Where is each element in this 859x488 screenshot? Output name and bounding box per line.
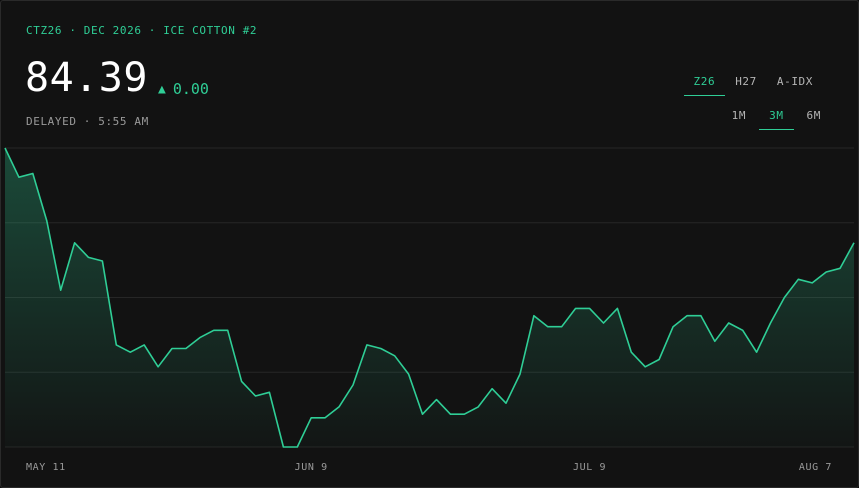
symbol-code: CTZ26: [26, 24, 63, 37]
tab-range-3m[interactable]: 3M: [759, 108, 794, 130]
x-tick-label: JUN 9: [295, 462, 328, 473]
quote-status: DELAYED · 5:55 AM: [26, 115, 149, 128]
up-arrow-icon: ▲: [158, 81, 166, 97]
tab-range-1m[interactable]: 1M: [722, 108, 756, 130]
contract-tabs: Z26 H27 A-IDX: [683, 74, 823, 96]
tab-h27[interactable]: H27: [725, 74, 767, 96]
tab-z26[interactable]: Z26: [683, 74, 726, 96]
x-tick-label: JUL 9: [573, 462, 606, 473]
delay-status: DELAYED: [26, 115, 77, 128]
range-tabs: 1M 3M 6M: [722, 108, 831, 130]
x-tick-label: MAY 11: [26, 462, 66, 473]
symbol-separator: ·: [62, 24, 84, 37]
x-axis-ticks: MAY 11 JUN 9 JUL 9 AUG 7: [26, 462, 832, 473]
exchange-product: ICE COTTON #2: [163, 24, 258, 37]
change-value: 0.00: [172, 80, 209, 98]
quote-time: 5:55 AM: [98, 115, 149, 128]
last-price: 84.39: [25, 55, 148, 101]
contract-title: CTZ26 · DEC 2026 · ICE COTTON #2: [26, 24, 257, 37]
tab-a-idx[interactable]: A-IDX: [767, 74, 823, 96]
status-separator: ·: [76, 115, 99, 128]
x-tick-label: AUG 7: [799, 462, 832, 473]
symbol-separator: ·: [141, 24, 164, 37]
tab-range-6m[interactable]: 6M: [797, 108, 831, 130]
contract-month: DEC 2026: [83, 24, 142, 37]
price-change: ▲ 0.00: [158, 80, 209, 98]
quote-panel: MAY 11 JUN 9 JUL 9 AUG 7 CTZ26 · DEC 2026 ·…: [0, 0, 859, 488]
